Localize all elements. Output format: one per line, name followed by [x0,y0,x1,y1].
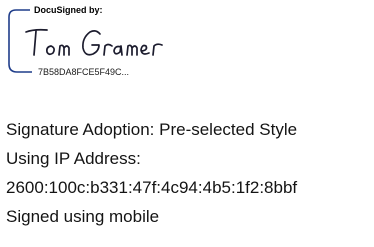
signature-certificate: DocuSigned by: 7B58DA8FCE5F49C... Signat… [0,0,374,247]
stamp-header-text: DocuSigned by: [32,4,105,16]
docusign-stamp: DocuSigned by: 7B58DA8FCE5F49C... [6,4,206,78]
ip-address-value: 2600:100c:b331:47f:4c94:4b5:1f2:8bbf [6,178,298,197]
envelope-id-text: 7B58DA8FCE5F49C... [36,67,132,78]
signature-adoption-text: Signature Adoption: Pre-selected Style [6,120,298,139]
handwritten-signature [25,28,163,56]
ip-address-label: Using IP Address: [6,149,141,168]
signing-device-text: Signed using mobile [6,207,160,226]
signature-details: Signature Adoption: Pre-selected Style U… [6,115,374,231]
